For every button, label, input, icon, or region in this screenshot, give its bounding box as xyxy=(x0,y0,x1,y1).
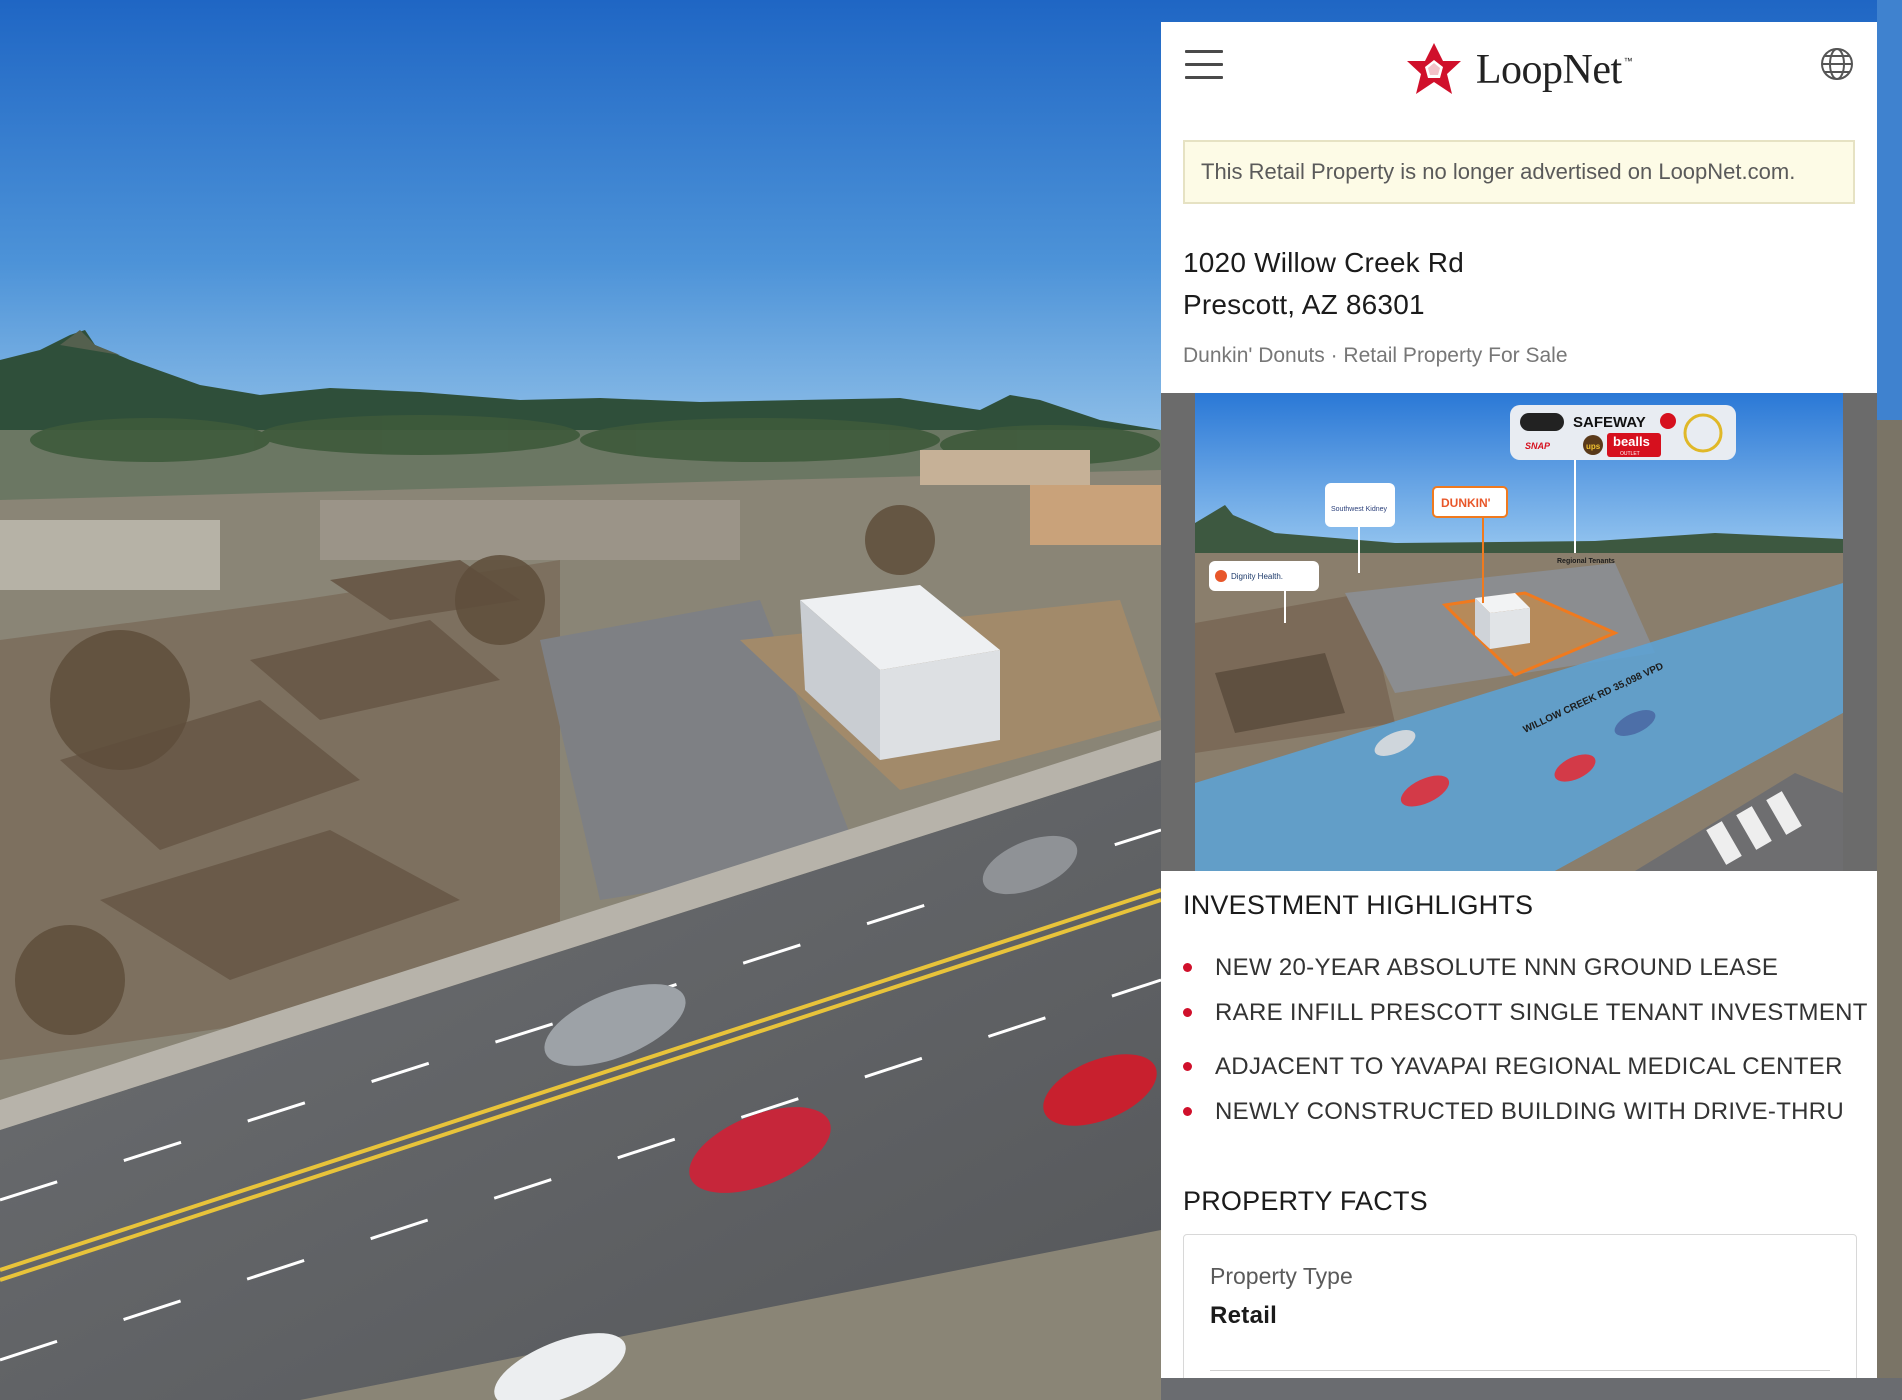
highlight-item: NEW 20-YEAR ABSOLUTE NNN GROUND LEASE xyxy=(1183,954,1868,982)
loopnet-logo[interactable]: LoopNet ™ xyxy=(1406,42,1633,98)
regional-tenants-label: Regional Tenants xyxy=(1557,558,1615,565)
safeway-label: SAFEWAY xyxy=(1573,414,1646,431)
listing-address-block: 1020 Willow Creek Rd Prescott, AZ 86301 … xyxy=(1161,204,1877,368)
highlight-item: ADJACENT TO YAVAPAI REGIONAL MEDICAL CEN… xyxy=(1183,1053,1868,1081)
property-aerial-image[interactable]: WILLOW CREEK RD 35,098 VPD SAFEWAY SNAP … xyxy=(1195,393,1843,871)
highlight-item: RARE INFILL PRESCOTT SINGLE TENANT INVES… xyxy=(1183,999,1868,1027)
property-facts-title: PROPERTY FACTS xyxy=(1183,1186,1428,1216)
listing-subtitle: Dunkin' Donuts · Retail Property For Sal… xyxy=(1183,344,1568,367)
hamburger-menu-icon[interactable] xyxy=(1185,50,1223,84)
highlight-item: NEWLY CONSTRUCTED BUILDING WITH DRIVE-TH… xyxy=(1183,1098,1868,1126)
hero-image-frame[interactable]: WILLOW CREEK RD 35,098 VPD SAFEWAY SNAP … xyxy=(1161,393,1877,871)
loopnet-star-icon xyxy=(1406,43,1461,94)
property-type-value: Retail xyxy=(1210,1302,1278,1329)
investment-highlights-title: INVESTMENT HIGHLIGHTS xyxy=(1183,890,1534,920)
facts-divider xyxy=(1210,1370,1830,1371)
snap-label: SNAP xyxy=(1525,441,1551,451)
ups-label: ups xyxy=(1586,442,1601,451)
dignity-health-label: Dignity Health. xyxy=(1231,572,1283,581)
brand-name: LoopNet xyxy=(1475,47,1622,93)
property-type-label: Property Type xyxy=(1210,1263,1353,1289)
address-line-1: 1020 Willow Creek Rd xyxy=(1183,247,1464,278)
no-longer-advertised-notice: This Retail Property is no longer advert… xyxy=(1183,140,1855,204)
dunkin-label: DUNKIN' xyxy=(1441,496,1491,510)
notice-text: This Retail Property is no longer advert… xyxy=(1201,159,1796,184)
bealls-label: bealls xyxy=(1613,434,1650,449)
outlet-label: OUTLET xyxy=(1620,451,1640,457)
top-nav-bar: LoopNet ™ xyxy=(1161,22,1877,118)
address-line-2: Prescott, AZ 86301 xyxy=(1183,289,1425,320)
southwest-kidney-label: Southwest Kidney xyxy=(1331,506,1388,513)
globe-icon[interactable] xyxy=(1819,46,1855,82)
investment-highlights-list: NEW 20-YEAR ABSOLUTE NNN GROUND LEASE RA… xyxy=(1183,954,1868,1126)
listing-panel: LoopNet ™ This Retail Property is no long… xyxy=(1161,22,1877,1378)
trademark-mark: ™ xyxy=(1623,56,1633,66)
property-facts-card: Property Type Retail xyxy=(1183,1234,1857,1378)
